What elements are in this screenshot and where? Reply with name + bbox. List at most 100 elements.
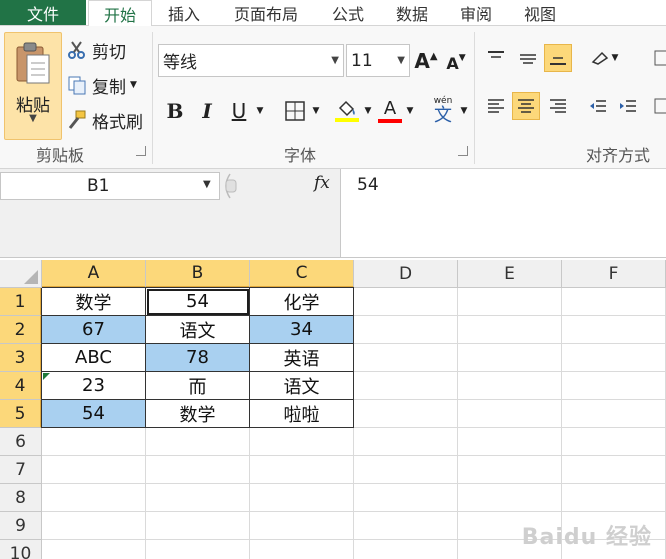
font-size-select[interactable]: 11 ▼: [346, 44, 410, 77]
cell-d10[interactable]: [354, 540, 458, 559]
cell-f8[interactable]: [562, 484, 666, 512]
cell-c3[interactable]: 英语: [250, 344, 354, 372]
cell-b2[interactable]: 语文: [146, 316, 250, 344]
italic-button[interactable]: I: [194, 96, 220, 126]
chevron-down-icon[interactable]: ▼: [404, 96, 416, 126]
cell-e1[interactable]: [458, 288, 562, 316]
cell-b5[interactable]: 数学: [146, 400, 250, 428]
underline-button[interactable]: U: [226, 96, 252, 126]
cell-a2[interactable]: 67: [42, 316, 146, 344]
cell-d7[interactable]: [354, 456, 458, 484]
fill-color-button[interactable]: [332, 96, 362, 126]
cell-f1[interactable]: [562, 288, 666, 316]
chevron-down-icon[interactable]: ▼: [612, 53, 619, 63]
cut-button[interactable]: 剪切: [66, 36, 126, 64]
cell-d6[interactable]: [354, 428, 458, 456]
insert-function-button[interactable]: fx: [314, 173, 330, 193]
paste-button[interactable]: 粘贴 ▼: [4, 32, 62, 140]
shrink-font-button[interactable]: A ▼: [444, 48, 468, 78]
row-header-4[interactable]: 4: [0, 372, 42, 400]
file-tab[interactable]: 文件: [0, 0, 86, 25]
row-header-10[interactable]: 10: [0, 540, 42, 559]
cell-f6[interactable]: [562, 428, 666, 456]
align-middle-button[interactable]: [514, 44, 542, 72]
cell-d9[interactable]: [354, 512, 458, 540]
column-header-e[interactable]: E: [458, 260, 562, 288]
cell-f2[interactable]: [562, 316, 666, 344]
row-header-7[interactable]: 7: [0, 456, 42, 484]
column-header-a[interactable]: A: [42, 260, 146, 288]
cell-a1[interactable]: 数学: [42, 288, 146, 316]
column-header-c[interactable]: C: [250, 260, 354, 288]
tab-page-layout[interactable]: 页面布局: [222, 0, 310, 25]
chevron-down-icon[interactable]: ▼: [130, 80, 137, 90]
cell-b10[interactable]: [146, 540, 250, 559]
chevron-down-icon[interactable]: ▼: [362, 96, 374, 126]
row-header-6[interactable]: 6: [0, 428, 42, 456]
name-box[interactable]: B1: [0, 172, 220, 200]
chevron-down-icon[interactable]: ▼: [331, 55, 339, 66]
tab-insert[interactable]: 插入: [156, 0, 212, 25]
bold-button[interactable]: B: [162, 96, 188, 126]
chevron-down-icon[interactable]: ▼: [5, 113, 61, 124]
cell-e4[interactable]: [458, 372, 562, 400]
cell-b4[interactable]: 而: [146, 372, 250, 400]
formula-input[interactable]: 54: [340, 169, 666, 257]
align-left-button[interactable]: [482, 92, 510, 120]
dialog-launcher-icon[interactable]: .: [458, 146, 468, 156]
tab-formulas[interactable]: 公式: [322, 0, 374, 25]
row-header-1[interactable]: 1: [0, 288, 42, 316]
decrease-indent-button[interactable]: [584, 92, 612, 120]
align-right-button[interactable]: [544, 92, 572, 120]
cell-e2[interactable]: [458, 316, 562, 344]
cell-c8[interactable]: [250, 484, 354, 512]
chevron-down-icon[interactable]: ▼: [458, 96, 470, 126]
cell-f7[interactable]: [562, 456, 666, 484]
cell-a5[interactable]: 54: [42, 400, 146, 428]
increase-indent-button[interactable]: [614, 92, 642, 120]
align-bottom-button[interactable]: [544, 44, 572, 72]
cell-f3[interactable]: [562, 344, 666, 372]
cell-d1[interactable]: [354, 288, 458, 316]
cell-e7[interactable]: [458, 456, 562, 484]
cell-a8[interactable]: [42, 484, 146, 512]
cell-c4[interactable]: 语文: [250, 372, 354, 400]
cell-d8[interactable]: [354, 484, 458, 512]
cell-b1[interactable]: 54: [146, 288, 250, 316]
cell-c2[interactable]: 34: [250, 316, 354, 344]
cell-e6[interactable]: [458, 428, 562, 456]
copy-button[interactable]: 复制 ▼: [66, 71, 137, 99]
tab-data[interactable]: 数据: [386, 0, 438, 25]
cell-c1[interactable]: 化学: [250, 288, 354, 316]
merge-center-button[interactable]: [648, 92, 666, 120]
row-header-5[interactable]: 5: [0, 400, 42, 428]
column-header-b[interactable]: B: [146, 260, 250, 288]
cell-a3[interactable]: ABC: [42, 344, 146, 372]
align-center-button[interactable]: [512, 92, 540, 120]
align-top-button[interactable]: [482, 44, 510, 72]
tab-home[interactable]: 开始: [88, 0, 152, 27]
cell-c10[interactable]: [250, 540, 354, 559]
cell-a4[interactable]: 23: [42, 372, 146, 400]
cell-e3[interactable]: [458, 344, 562, 372]
cell-b3[interactable]: 78: [146, 344, 250, 372]
grow-font-button[interactable]: A ▲: [414, 46, 438, 76]
cell-a6[interactable]: [42, 428, 146, 456]
font-color-button[interactable]: A: [376, 96, 404, 126]
cell-c5[interactable]: 啦啦: [250, 400, 354, 428]
borders-button[interactable]: [280, 96, 310, 126]
phonetic-guide-button[interactable]: wén 文: [428, 96, 458, 126]
orientation-button[interactable]: ▼: [584, 44, 624, 72]
row-header-2[interactable]: 2: [0, 316, 42, 344]
cell-b9[interactable]: [146, 512, 250, 540]
cell-d5[interactable]: [354, 400, 458, 428]
cell-e8[interactable]: [458, 484, 562, 512]
cell-c6[interactable]: [250, 428, 354, 456]
cell-a10[interactable]: [42, 540, 146, 559]
tab-view[interactable]: 视图: [514, 0, 566, 25]
cell-c9[interactable]: [250, 512, 354, 540]
row-header-9[interactable]: 9: [0, 512, 42, 540]
cell-f4[interactable]: [562, 372, 666, 400]
chevron-down-icon[interactable]: ▼: [254, 96, 266, 126]
wrap-text-button[interactable]: [648, 44, 666, 72]
